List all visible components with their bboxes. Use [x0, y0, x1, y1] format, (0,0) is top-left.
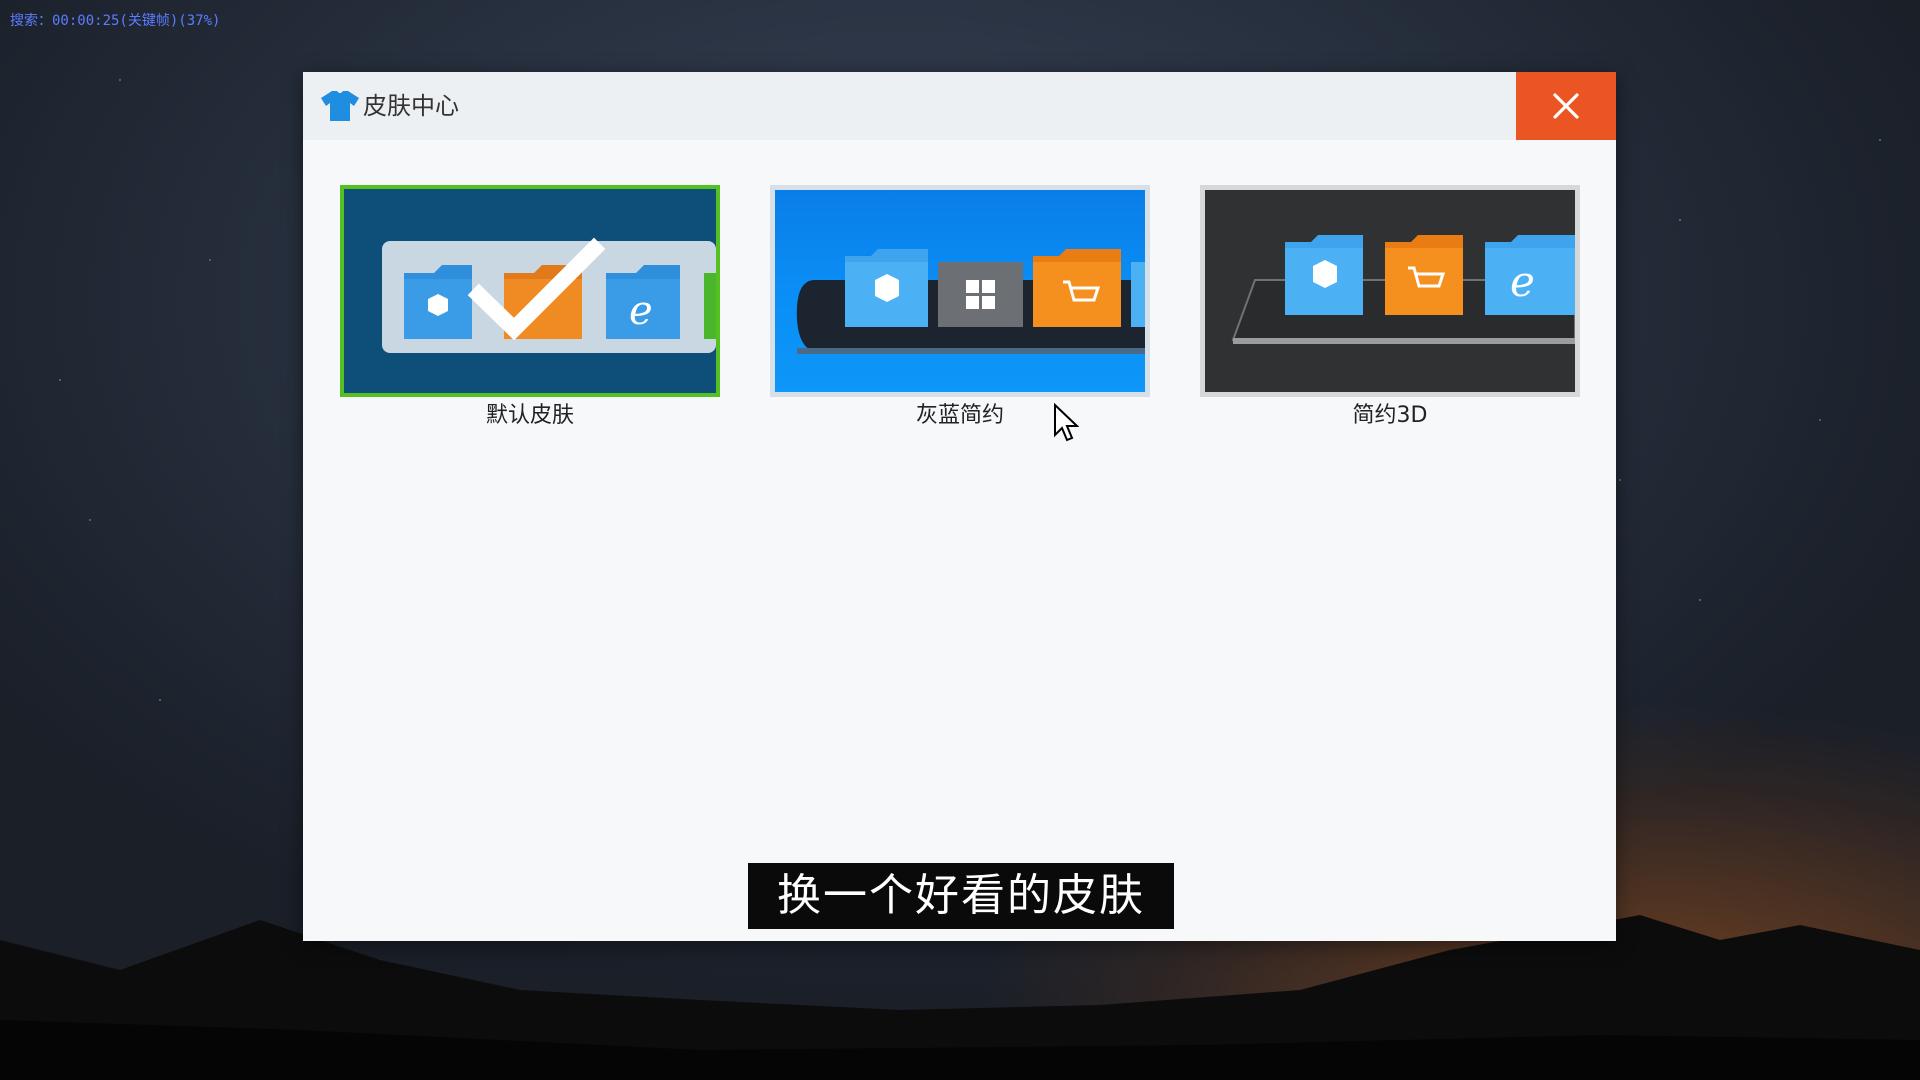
window-title: 皮肤中心 — [363, 92, 459, 120]
close-icon — [1553, 93, 1579, 119]
ie-folder-icon: e — [606, 265, 680, 339]
skin-option-default[interactable]: e 默认皮肤 — [340, 185, 720, 431]
svg-text:e: e — [629, 288, 653, 334]
close-button[interactable] — [1516, 72, 1616, 140]
windows-folder-icon — [1285, 235, 1363, 315]
skin-label: 简约3D — [1352, 403, 1428, 428]
skin-center-window: 皮肤中心 e 默认皮肤 灰蓝简约 e 简约3D — [303, 72, 1616, 941]
shopping-folder-icon — [1385, 235, 1463, 315]
skin-option-gray-blue[interactable]: 灰蓝简约 — [770, 185, 1150, 431]
skin-preview-minimal-3d: e — [1200, 185, 1580, 397]
skin-label: 灰蓝简约 — [915, 403, 1004, 428]
video-subtitle: 换一个好看的皮肤 — [748, 863, 1174, 929]
skin-label: 默认皮肤 — [485, 403, 574, 428]
shopping-folder-icon — [1033, 249, 1121, 327]
title-bar[interactable]: 皮肤中心 — [303, 72, 1616, 140]
mouse-cursor-icon — [1054, 403, 1079, 442]
tshirt-icon — [321, 91, 359, 121]
windows-logo-folder-icon — [938, 262, 1023, 327]
windows-folder-icon — [404, 265, 472, 339]
playback-status-text: 搜索：00:00:25(关键帧)(37%) — [10, 13, 221, 29]
skin-preview-default: e — [340, 185, 720, 397]
skin-option-minimal-3d[interactable]: e 简约3D — [1200, 185, 1580, 431]
svg-text:e: e — [1510, 257, 1535, 306]
ie-folder-icon: e — [1485, 235, 1575, 315]
skin-preview-gray-blue — [770, 185, 1150, 397]
windows-folder-icon — [845, 249, 928, 327]
